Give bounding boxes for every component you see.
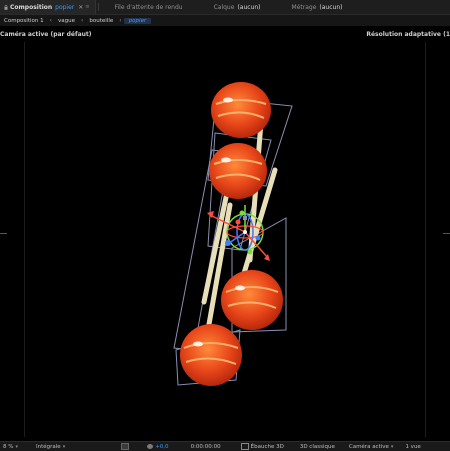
close-icon[interactable]: ✕	[78, 4, 83, 11]
lollipop-candy-3[interactable]	[221, 270, 283, 330]
transparency-grid-toggle[interactable]	[118, 443, 134, 450]
lollipop-candy-2[interactable]	[209, 143, 267, 199]
resolution-label: Résolution adaptative (1	[366, 31, 450, 38]
exposure-icon	[147, 444, 154, 449]
timecode-value: 0:00:00:00	[190, 443, 221, 450]
lollipop-candy-1[interactable]	[211, 82, 271, 138]
renderer-dropdown[interactable]: 3D classique	[297, 444, 338, 450]
view-layout-dropdown[interactable]: 1 vue	[402, 444, 423, 450]
composition-viewer[interactable]: Caméra active (par défaut) Résolution ad…	[0, 0, 450, 450]
renderer-value: 3D classique	[299, 443, 335, 450]
chevron-down-icon: ▾	[15, 443, 18, 450]
tab-footage-value: (aucun)	[319, 3, 343, 11]
lollipop-candy-4[interactable]	[180, 324, 242, 386]
zoom-value: 8 %	[3, 443, 14, 450]
chevron-left-icon: ‹	[119, 17, 122, 24]
active-camera-label: Caméra active (par défaut)	[0, 31, 92, 38]
panel-menu-icon[interactable]: ≡	[85, 4, 89, 10]
exposure-control[interactable]: +0,0	[144, 444, 171, 450]
breadcrumb-item[interactable]: bouteille	[85, 18, 117, 24]
grid-icon	[121, 443, 130, 450]
breadcrumb-item[interactable]: Composition 1	[0, 18, 48, 24]
tab-footage-label: Métrage	[291, 3, 317, 11]
camera-value: Caméra active	[348, 443, 389, 450]
tab-footage[interactable]: Métrage (aucun)	[266, 0, 348, 14]
tab-render-queue-label: File d'attente de rendu	[114, 3, 183, 11]
tab-layer-value: (aucun)	[237, 3, 261, 11]
draft-3d-toggle[interactable]: Ébauche 3D	[238, 443, 287, 450]
exposure-value[interactable]: +0,0	[155, 444, 168, 450]
composition-breadcrumb: Composition 1 ‹ vague ‹ bouteille ‹ popi…	[0, 15, 450, 26]
tab-layer-label: Calque	[213, 3, 235, 11]
lock-icon[interactable]	[4, 4, 8, 10]
resolution-dropdown[interactable]: Intégrale ▾	[33, 444, 68, 450]
breadcrumb-item-current[interactable]: popier	[123, 17, 152, 24]
view-layout-value: 1 vue	[405, 443, 421, 450]
current-time-display[interactable]: 0:00:00:00	[188, 444, 224, 450]
tab-composition[interactable]: Composition popier ✕ ≡	[0, 0, 96, 14]
breadcrumb-item[interactable]: vague	[54, 18, 79, 24]
draft-3d-icon	[240, 443, 249, 450]
tab-divider	[97, 3, 99, 11]
draft-3d-label: Ébauche 3D	[250, 443, 284, 450]
tab-composition-label: Composition	[10, 3, 53, 11]
scene-canvas[interactable]	[0, 0, 450, 450]
chevron-down-icon: ▾	[390, 443, 394, 450]
resolution-value: Intégrale	[36, 443, 61, 450]
tab-render-queue[interactable]: File d'attente de rendu	[101, 0, 188, 14]
tab-composition-value: popier	[55, 3, 75, 11]
chevron-down-icon: ▾	[62, 443, 66, 450]
camera-dropdown[interactable]: Caméra active ▾	[346, 444, 397, 450]
panel-tab-bar: Composition popier ✕ ≡ File d'attente de…	[0, 0, 450, 15]
tab-layer[interactable]: Calque (aucun)	[188, 0, 266, 14]
zoom-dropdown[interactable]: 8 % ▾	[0, 444, 21, 450]
